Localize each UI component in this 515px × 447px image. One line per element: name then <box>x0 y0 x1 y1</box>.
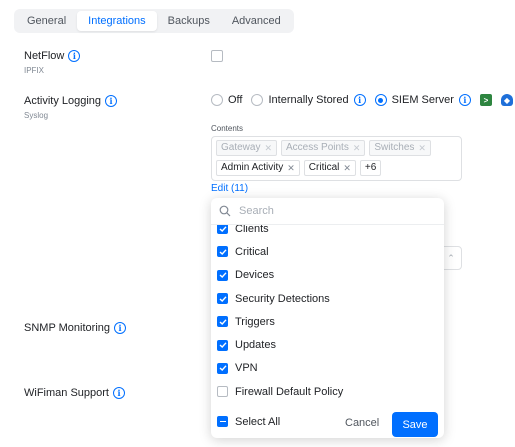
radio-internally-stored-label: Internally Stored <box>268 94 349 106</box>
option-firewall-default-policy[interactable]: Firewall Default Policy <box>211 380 444 403</box>
wifiman-label-row: WiFiman Support i <box>24 387 125 399</box>
edit-contents-link[interactable]: Edit (11) <box>211 183 248 194</box>
chip-access-points: Access Points ✕ <box>281 140 366 156</box>
cancel-button[interactable]: Cancel <box>339 411 385 435</box>
activity-logging-label-row: Activity Logging i <box>24 95 118 107</box>
options-inner: Clients Critical Devices Security Detect… <box>211 225 444 403</box>
contents-dropdown: Clients Critical Devices Security Detect… <box>211 198 444 438</box>
checkbox-checked[interactable] <box>217 225 228 235</box>
option-label: Critical <box>235 245 269 258</box>
option-label: Devices <box>235 269 275 282</box>
select-all-label: Select All <box>235 415 281 428</box>
radio-circle[interactable] <box>211 94 223 106</box>
check-icon <box>219 272 227 279</box>
checkbox-checked[interactable] <box>217 316 228 328</box>
search-icon <box>219 205 231 217</box>
chip-critical: Critical ✕ <box>303 160 356 176</box>
close-icon: ✕ <box>352 143 361 153</box>
chip-label: Gateway <box>221 142 261 153</box>
tab-integrations[interactable]: Integrations <box>77 11 157 31</box>
close-icon[interactable]: ✕ <box>343 161 351 175</box>
info-icon[interactable]: i <box>114 322 126 334</box>
radio-siem-server-label: SIEM Server <box>391 94 454 106</box>
netflow-label: NetFlow <box>24 50 65 62</box>
close-icon: ✕ <box>264 143 273 153</box>
snmp-label: SNMP Monitoring <box>24 322 110 334</box>
check-icon <box>219 365 227 372</box>
option-triggers[interactable]: Triggers <box>211 310 444 333</box>
checkbox-checked[interactable] <box>217 246 228 258</box>
option-vpn[interactable]: VPN <box>211 357 444 380</box>
check-icon <box>219 249 227 255</box>
option-updates[interactable]: Updates <box>211 333 444 356</box>
option-devices[interactable]: Devices <box>211 264 444 287</box>
info-icon[interactable]: i <box>353 94 366 106</box>
contents-label: Contents <box>211 124 244 133</box>
tab-general[interactable]: General <box>16 11 77 31</box>
check-icon <box>219 342 227 349</box>
logging-radio-group: Off Internally Stored i SIEM Server i > … <box>211 94 515 106</box>
shield-app-icon[interactable]: ◆ <box>500 94 513 106</box>
wifiman-label: WiFiman Support <box>24 387 109 399</box>
check-icon <box>219 295 227 302</box>
option-clients[interactable]: Clients <box>211 225 444 240</box>
check-icon <box>219 225 227 232</box>
netflow-sub: IPFIX <box>24 66 45 75</box>
checkbox-checked[interactable] <box>217 269 228 281</box>
close-icon: ✕ <box>418 143 426 153</box>
chip-label: Switches <box>374 142 415 153</box>
chip-admin-activity: Admin Activity ✕ <box>216 160 300 176</box>
checkbox-indeterminate[interactable] <box>217 416 228 427</box>
settings-tabs: General Integrations Backups Advanced <box>14 9 294 33</box>
checkbox-checked[interactable] <box>217 339 228 351</box>
option-label: Updates <box>235 339 276 352</box>
option-label: Firewall Default Policy <box>235 385 344 398</box>
options-list[interactable]: Clients Critical Devices Security Detect… <box>211 225 444 403</box>
select-all-toggle[interactable]: Select All <box>217 416 280 428</box>
chip-more-count[interactable]: +6 <box>359 160 382 176</box>
option-label: VPN <box>235 362 258 375</box>
activity-logging-sub: Syslog <box>24 111 49 120</box>
radio-circle-selected[interactable] <box>374 94 387 106</box>
chip-label: Access Points <box>286 142 349 153</box>
radio-circle[interactable] <box>251 94 264 106</box>
contents-multiselect[interactable]: Gateway ✕ Access Points ✕ Switches ✕ Admin … <box>211 136 462 181</box>
checkbox-checked[interactable] <box>217 293 228 305</box>
chip-label: Admin Activity <box>221 162 284 173</box>
option-critical[interactable]: Critical <box>211 240 444 263</box>
snmp-label-row: SNMP Monitoring i <box>24 322 126 334</box>
checkbox-unchecked[interactable] <box>217 386 228 398</box>
search-input[interactable] <box>239 205 419 217</box>
checkbox-checked[interactable] <box>217 362 228 374</box>
save-button[interactable]: Save <box>392 412 438 437</box>
search-row <box>211 198 444 225</box>
info-icon[interactable]: i <box>112 387 125 399</box>
option-security-detections[interactable]: Security Detections <box>211 287 444 310</box>
radio-internally-stored[interactable]: Internally Stored i <box>251 94 366 106</box>
info-icon[interactable]: i <box>458 94 471 106</box>
check-icon <box>219 319 227 325</box>
option-label: Clients <box>235 225 269 235</box>
radio-off[interactable]: Off <box>211 94 242 106</box>
tab-advanced[interactable]: Advanced <box>221 11 292 31</box>
netflow-label-row: NetFlow i <box>24 50 81 62</box>
chip-switches: Switches ✕ <box>369 140 431 156</box>
info-icon[interactable]: i <box>105 95 118 107</box>
close-icon[interactable]: ✕ <box>287 161 295 175</box>
radio-siem-server[interactable]: SIEM Server i <box>374 94 471 106</box>
chip-gateway: Gateway ✕ <box>216 140 278 156</box>
chip-label: Critical <box>308 162 340 173</box>
splunk-app-icon[interactable]: > <box>479 94 492 106</box>
netflow-checkbox[interactable] <box>211 50 223 62</box>
info-icon[interactable]: i <box>68 50 81 62</box>
activity-logging-label: Activity Logging <box>24 95 102 107</box>
option-label: Security Detections <box>235 292 330 305</box>
dropdown-footer: Select All Cancel Save <box>211 405 444 438</box>
tab-backups[interactable]: Backups <box>157 11 221 31</box>
option-label: Triggers <box>235 315 275 328</box>
radio-off-label: Off <box>228 94 243 106</box>
